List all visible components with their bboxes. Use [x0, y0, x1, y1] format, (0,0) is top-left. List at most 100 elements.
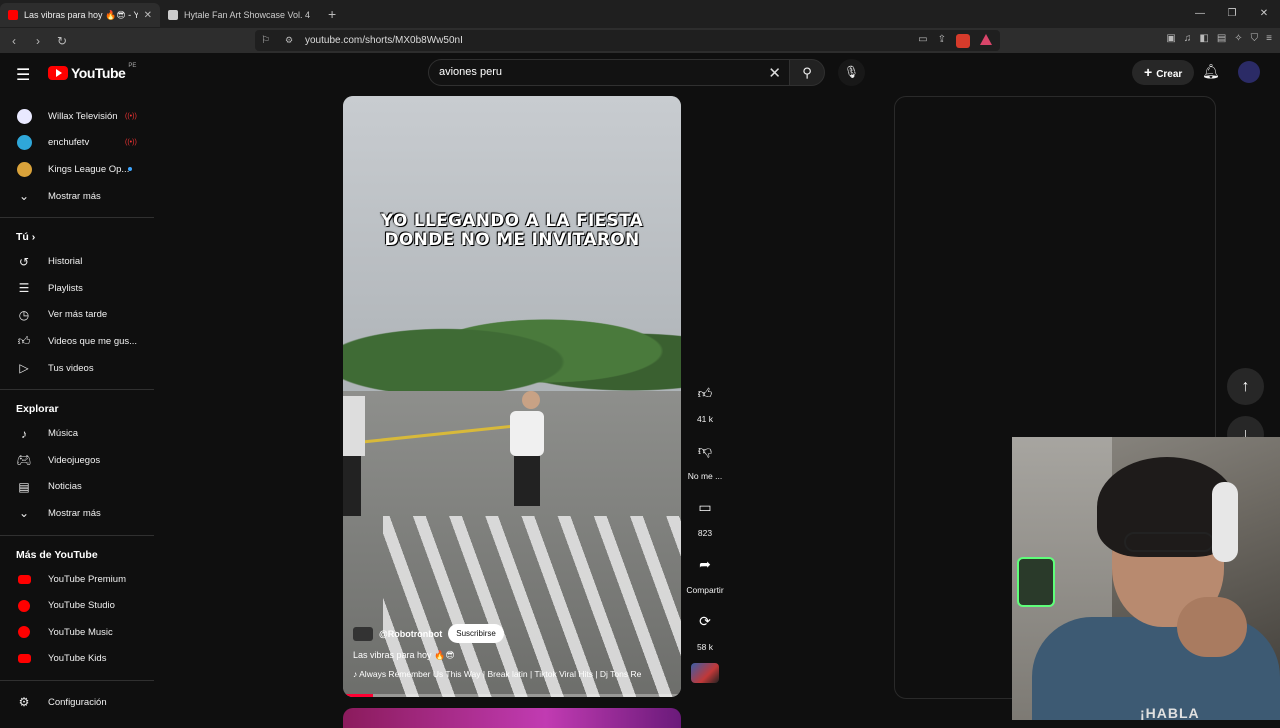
- remix-button[interactable]: ⟳ 58 k: [682, 606, 728, 653]
- back-icon[interactable]: ‹: [4, 34, 24, 48]
- video-progress-bar[interactable]: [343, 694, 681, 697]
- youtube-header: ☰ YouTube PE ✕ ⚲ 🎙 +Crear 🔔︎: [0, 53, 1280, 93]
- site-info-icon[interactable]: ⚙: [285, 35, 293, 46]
- vpn-icon[interactable]: ⛉: [1251, 33, 1259, 44]
- new-tab-icon[interactable]: +: [320, 6, 344, 22]
- comments-button[interactable]: ▭ 823: [682, 492, 728, 539]
- webcam-overlay: ¡HABLA: [1012, 437, 1280, 720]
- country-code: PE: [128, 63, 137, 69]
- dislike-button[interactable]: 👎︎ No me ...: [682, 435, 728, 482]
- youtube-favicon-icon: [8, 10, 18, 20]
- chevron-right-icon: ›: [31, 231, 36, 244]
- like-button[interactable]: 👍︎ 41 k: [682, 378, 728, 425]
- share-page-icon[interactable]: ⇪: [938, 34, 946, 48]
- sidebar-item-gaming[interactable]: 🎮︎ Videojuegos: [0, 447, 155, 474]
- sidebar-item-liked-videos[interactable]: 👍︎ Videos que me gus...: [0, 328, 155, 355]
- playlist-icon: ☰: [18, 281, 30, 296]
- sidebar-item-label: Historial: [48, 256, 83, 268]
- sidebar-item-label: YouTube Premium: [48, 573, 126, 585]
- youtube-play-logo-icon: [48, 66, 68, 80]
- create-label: Crear: [1156, 69, 1183, 80]
- shorts-player[interactable]: YO LLEGANDO A LA FIESTA DONDE NO ME INVI…: [343, 96, 681, 697]
- voice-search-button[interactable]: 🎙: [838, 59, 865, 86]
- sidebar-explore-heading: Explorar: [16, 403, 59, 416]
- minimize-icon[interactable]: —: [1184, 0, 1216, 28]
- sidebar-top-spacer: [0, 83, 155, 103]
- browser-tab[interactable]: Hytale Fan Art Showcase Vol. 4 – Hyt: [160, 3, 320, 27]
- sidebar-show-more[interactable]: ⌄ Mostrar más: [0, 183, 155, 210]
- next-short-preview[interactable]: [343, 708, 681, 728]
- create-button[interactable]: + Crear: [1132, 60, 1195, 85]
- sidebar-item-watch-later[interactable]: ◷ Ver más tarde: [0, 302, 155, 329]
- music-icon: ♪: [21, 426, 27, 441]
- live-icon: ((•)): [125, 112, 137, 120]
- subscribe-button[interactable]: Suscribirse: [448, 624, 504, 643]
- sidebar-item-label: Mostrar más: [48, 190, 101, 202]
- sidebar-item-your-videos[interactable]: ▷ Tus videos: [0, 355, 155, 382]
- sidebar-item-label: YouTube Kids: [48, 653, 107, 665]
- channel-avatar[interactable]: [353, 626, 373, 641]
- sidebar-item-music[interactable]: ♪ Música: [0, 420, 155, 447]
- youtube-logo[interactable]: YouTube PE: [48, 63, 137, 81]
- brave-shield-icon[interactable]: [956, 33, 970, 48]
- leo-icon[interactable]: ✧: [1234, 33, 1242, 44]
- bookmark-icon[interactable]: ⚐: [261, 35, 270, 46]
- menu-icon[interactable]: ≡: [1266, 33, 1272, 44]
- channel-name[interactable]: @Robotronbot: [379, 629, 442, 639]
- sidebar-more-heading: Más de YouTube: [16, 548, 98, 561]
- sidebar-item-youtube-kids[interactable]: YouTube Kids: [0, 646, 155, 673]
- clear-search-icon[interactable]: ✕: [768, 64, 781, 82]
- comment-icon: ▭: [698, 498, 712, 515]
- sidebar-subscription-willax[interactable]: Willax Televisión ((•)): [0, 103, 155, 130]
- tab-title: Hytale Fan Art Showcase Vol. 4 – Hyt: [184, 10, 312, 20]
- hamburger-menu-icon[interactable]: ☰: [16, 65, 30, 85]
- close-window-icon[interactable]: ✕: [1248, 0, 1280, 28]
- remix-count: 58 k: [696, 642, 714, 652]
- url-actions: ▭ ⇪: [918, 33, 992, 48]
- sidebar-you-heading[interactable]: Tú ›: [0, 226, 155, 248]
- video-person: [510, 391, 546, 521]
- share-button[interactable]: ➦ Compartir: [682, 549, 728, 596]
- search-input[interactable]: [439, 66, 739, 78]
- close-tab-icon[interactable]: ✕: [144, 10, 152, 21]
- short-music[interactable]: ♪ Always Remember Us This Way | Break la…: [353, 669, 673, 679]
- webcam-hand: [1177, 597, 1247, 657]
- forward-icon[interactable]: ›: [28, 34, 48, 48]
- browser-tab-active[interactable]: Las vibras para hoy 🔥😎 - Y ✕: [0, 3, 160, 27]
- short-info: @Robotronbot Suscribirse Las vibras para…: [353, 624, 673, 679]
- sidebar-show-more[interactable]: ⌄ Mostrar más: [0, 500, 155, 527]
- search-button[interactable]: ⚲: [789, 59, 825, 86]
- sidebar-icon[interactable]: ◧: [1199, 33, 1208, 44]
- reload-icon[interactable]: ↻: [52, 34, 72, 48]
- chevron-down-icon: ⌄: [18, 506, 30, 521]
- address-bar-row: ‹ › ↻ ⚐ ⚙ youtube.com/shorts/MX0b8Ww50nI…: [0, 28, 1280, 53]
- account-avatar[interactable]: [1238, 61, 1260, 83]
- sound-thumbnail[interactable]: [691, 663, 719, 683]
- sidebar-item-news[interactable]: ▤ Noticias: [0, 474, 155, 501]
- sidebar-subscription-enchufetv[interactable]: enchufetv ((•)): [0, 130, 155, 157]
- sidebar-item-youtube-premium[interactable]: YouTube Premium: [0, 566, 155, 593]
- sidebar-item-settings[interactable]: ⚙ Configuración: [0, 689, 155, 716]
- wallet-icon[interactable]: ▤: [1217, 33, 1226, 44]
- gear-icon: ⚙: [18, 695, 30, 710]
- previous-short-button[interactable]: ↑: [1227, 368, 1264, 405]
- screenshot-icon[interactable]: ▣: [1166, 33, 1175, 44]
- cast-icon[interactable]: ▭: [918, 34, 927, 48]
- sidebar-item-youtube-music[interactable]: YouTube Music: [0, 619, 155, 646]
- sidebar-item-playlists[interactable]: ☰ Playlists: [0, 275, 155, 302]
- like-count: 41 k: [696, 414, 714, 424]
- sidebar-item-label: Kings League Op...: [48, 163, 130, 175]
- sidebar-subscription-kings-league[interactable]: Kings League Op...: [0, 156, 155, 183]
- sidebar-item-history[interactable]: ↺ Historial: [0, 248, 155, 275]
- notifications-bell-icon[interactable]: 🔔︎: [1202, 63, 1220, 80]
- url-field[interactable]: ⚐ ⚙ youtube.com/shorts/MX0b8Ww50nI ▭ ⇪: [255, 30, 1000, 51]
- rewards-icon[interactable]: [980, 33, 992, 45]
- media-icon[interactable]: ♫: [1184, 33, 1192, 44]
- dislike-icon: 👎︎: [697, 441, 713, 458]
- browser-tab-strip: Las vibras para hoy 🔥😎 - Y ✕ Hytale Fan …: [0, 0, 1280, 28]
- maximize-icon[interactable]: ❐: [1216, 0, 1248, 28]
- sidebar-item-youtube-studio[interactable]: YouTube Studio: [0, 592, 155, 619]
- short-title[interactable]: Las vibras para hoy 🔥😎: [353, 650, 673, 661]
- sidebar-item-label: Playlists: [48, 282, 83, 294]
- comment-count: 823: [697, 528, 713, 538]
